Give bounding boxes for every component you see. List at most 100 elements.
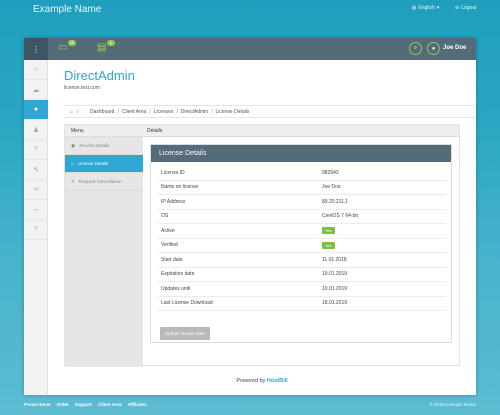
- help-icon: ?: [34, 146, 38, 153]
- rail-edit[interactable]: ✎: [24, 160, 48, 180]
- update-license-button[interactable]: Update license data: [160, 327, 210, 340]
- footer-copyright: © 2018 Example Name: [429, 402, 476, 407]
- menu-heading: Menu: [65, 125, 143, 137]
- table-row: Start date 11.01.2018: [158, 253, 446, 268]
- services-badge: 10: [68, 40, 76, 46]
- inbox-icon: ▭: [58, 42, 68, 53]
- footer-link-order[interactable]: Order: [57, 402, 69, 407]
- powered-brand[interactable]: HostBill: [267, 378, 288, 384]
- services-icon: ●: [33, 106, 39, 113]
- breadcrumb-current: License Details: [215, 108, 250, 115]
- logout-link[interactable]: ⊖ Logout: [455, 5, 477, 11]
- breadcrumb-item[interactable]: Licenses: [154, 109, 174, 115]
- table-row: IP Address 89.20.211.1: [158, 195, 446, 210]
- cloud-icon: ☁: [32, 86, 40, 94]
- table-row: Verified Yes: [158, 239, 446, 253]
- card-title: License Details: [151, 145, 451, 162]
- rail-link[interactable]: ∞: [24, 180, 48, 200]
- table-row: Active Yes: [158, 224, 446, 239]
- row-value: 982943: [322, 169, 339, 176]
- footer-link-client-area[interactable]: Client Area: [98, 402, 122, 407]
- row-label: Expiration date: [161, 271, 195, 278]
- link-icon: ∞: [33, 186, 39, 193]
- breadcrumb-item[interactable]: DirectAdmin: [181, 109, 208, 115]
- row-label: Last License Download: [161, 300, 213, 307]
- question-icon: ?: [34, 226, 38, 233]
- close-icon: ✕: [71, 178, 75, 184]
- app-window: ⋮ ▭ 10 ▤ 0 ⌕ ● Joe Doe ⌂ ☁ ● ♟ ? ✎ ∞ ∽ ?…: [24, 38, 476, 395]
- home-icon[interactable]: ⌂: [70, 109, 73, 115]
- rail-affiliates[interactable]: ∽: [24, 200, 48, 220]
- table-row: Last License Download 18.01.2019: [158, 297, 446, 311]
- row-value: 11.01.2018: [322, 256, 347, 263]
- invoices-button[interactable]: ▤ 0: [97, 40, 115, 54]
- vertical-dots-icon: ⋮: [32, 44, 40, 54]
- license-details-table: License ID 982943 Name on license Joe Doe …: [158, 166, 446, 311]
- menu-item-service-details[interactable]: ▣ Service Details: [65, 137, 143, 155]
- services-button[interactable]: ▭ 10: [58, 40, 76, 54]
- search-button[interactable]: ⌕: [409, 42, 422, 55]
- details-area: License Details License ID 982943 Name on…: [143, 137, 459, 365]
- menu-item-label: Service Details: [79, 143, 110, 148]
- rail-help[interactable]: ?: [24, 140, 48, 160]
- invoices-badge: 0: [107, 40, 115, 46]
- monitor-icon: ▣: [71, 142, 76, 148]
- row-value: Joe Doe: [322, 184, 341, 191]
- breadcrumb: ⌂ / Dashboard / Client Area / Licenses / Di…: [64, 105, 476, 118]
- rail-services[interactable]: ●: [24, 100, 48, 120]
- chain-icon: ∽: [33, 206, 39, 214]
- page-title: DirectAdmin: [64, 68, 135, 83]
- menu-toggle-button[interactable]: ⋮: [24, 38, 48, 60]
- site-topbar: Example Name ◍ English ▾ ⊖ Logout: [0, 0, 500, 30]
- table-row: Updates until 19.01.2019: [158, 282, 446, 297]
- row-value: 89.20.211.1: [322, 198, 349, 205]
- user-icon: ♟: [32, 126, 40, 134]
- status-badge: Yes: [322, 241, 335, 249]
- rail-faq[interactable]: ?: [24, 220, 48, 240]
- footer-link-affiliates[interactable]: Affiliates: [128, 402, 147, 407]
- row-label: License ID: [161, 169, 185, 176]
- service-menu: ▣ Service Details ○ License Details ✕ Re…: [65, 137, 149, 367]
- row-label: Name on license: [161, 184, 199, 191]
- language-label: English: [418, 5, 435, 11]
- table-row: OS CentOS 7 64-bit: [158, 210, 446, 224]
- row-value: 19.01.2019: [322, 271, 348, 278]
- icon-rail: ⌂ ☁ ● ♟ ? ✎ ∞ ∽ ?: [24, 60, 48, 395]
- breadcrumb-item[interactable]: Client Area: [122, 109, 146, 115]
- menu-item-license-details[interactable]: ○ License Details: [65, 155, 149, 173]
- rail-account[interactable]: ♟: [24, 120, 48, 140]
- user-name[interactable]: Joe Doe: [443, 45, 466, 51]
- home-icon: ⌂: [33, 66, 39, 73]
- rail-home[interactable]: ⌂: [24, 60, 48, 80]
- menu-item-label: License Details: [77, 161, 109, 166]
- footer-link-support[interactable]: Support: [75, 402, 92, 407]
- row-label: Updates until: [161, 285, 191, 292]
- rail-cloud[interactable]: ☁: [24, 80, 48, 100]
- footer-link-portal-home[interactable]: Portal Home: [24, 402, 51, 407]
- powered-prefix: Powered by: [236, 378, 266, 384]
- row-label: IP Address: [161, 198, 186, 205]
- app-header: ⋮ ▭ 10 ▤ 0 ⌕ ● Joe Doe: [24, 38, 476, 60]
- user-avatar-button[interactable]: ●: [427, 42, 440, 55]
- search-icon: ⌕: [413, 45, 418, 51]
- logout-icon: ⊖: [455, 5, 460, 11]
- table-row: License ID 982943: [158, 166, 446, 181]
- document-icon: ▤: [97, 42, 107, 53]
- menu-item-request-cancellation[interactable]: ✕ Request Cancellation: [65, 173, 143, 191]
- circle-icon: ○: [71, 161, 74, 166]
- license-details-card: License Details License ID 982943 Name on…: [150, 144, 452, 343]
- site-brand[interactable]: Example Name: [33, 4, 101, 15]
- row-label: Active: [161, 227, 175, 234]
- site-footer: Portal Home Order Support Client Area Af…: [24, 397, 476, 412]
- globe-icon: ◍: [412, 5, 417, 11]
- row-label: Verified: [161, 242, 178, 249]
- breadcrumb-item[interactable]: Dashboard: [90, 109, 114, 115]
- table-row: Name on license Joe Doe: [158, 181, 446, 195]
- table-row: Expiration date 19.01.2019: [158, 268, 446, 282]
- details-heading: Details: [143, 125, 459, 137]
- menu-item-label: Request Cancellation: [78, 179, 122, 184]
- language-selector[interactable]: ◍ English ▾: [412, 5, 439, 11]
- row-value: 19.01.2019: [322, 285, 348, 292]
- status-badge: Yes: [322, 227, 335, 235]
- footer-links: Portal Home Order Support Client Area Af…: [24, 402, 147, 407]
